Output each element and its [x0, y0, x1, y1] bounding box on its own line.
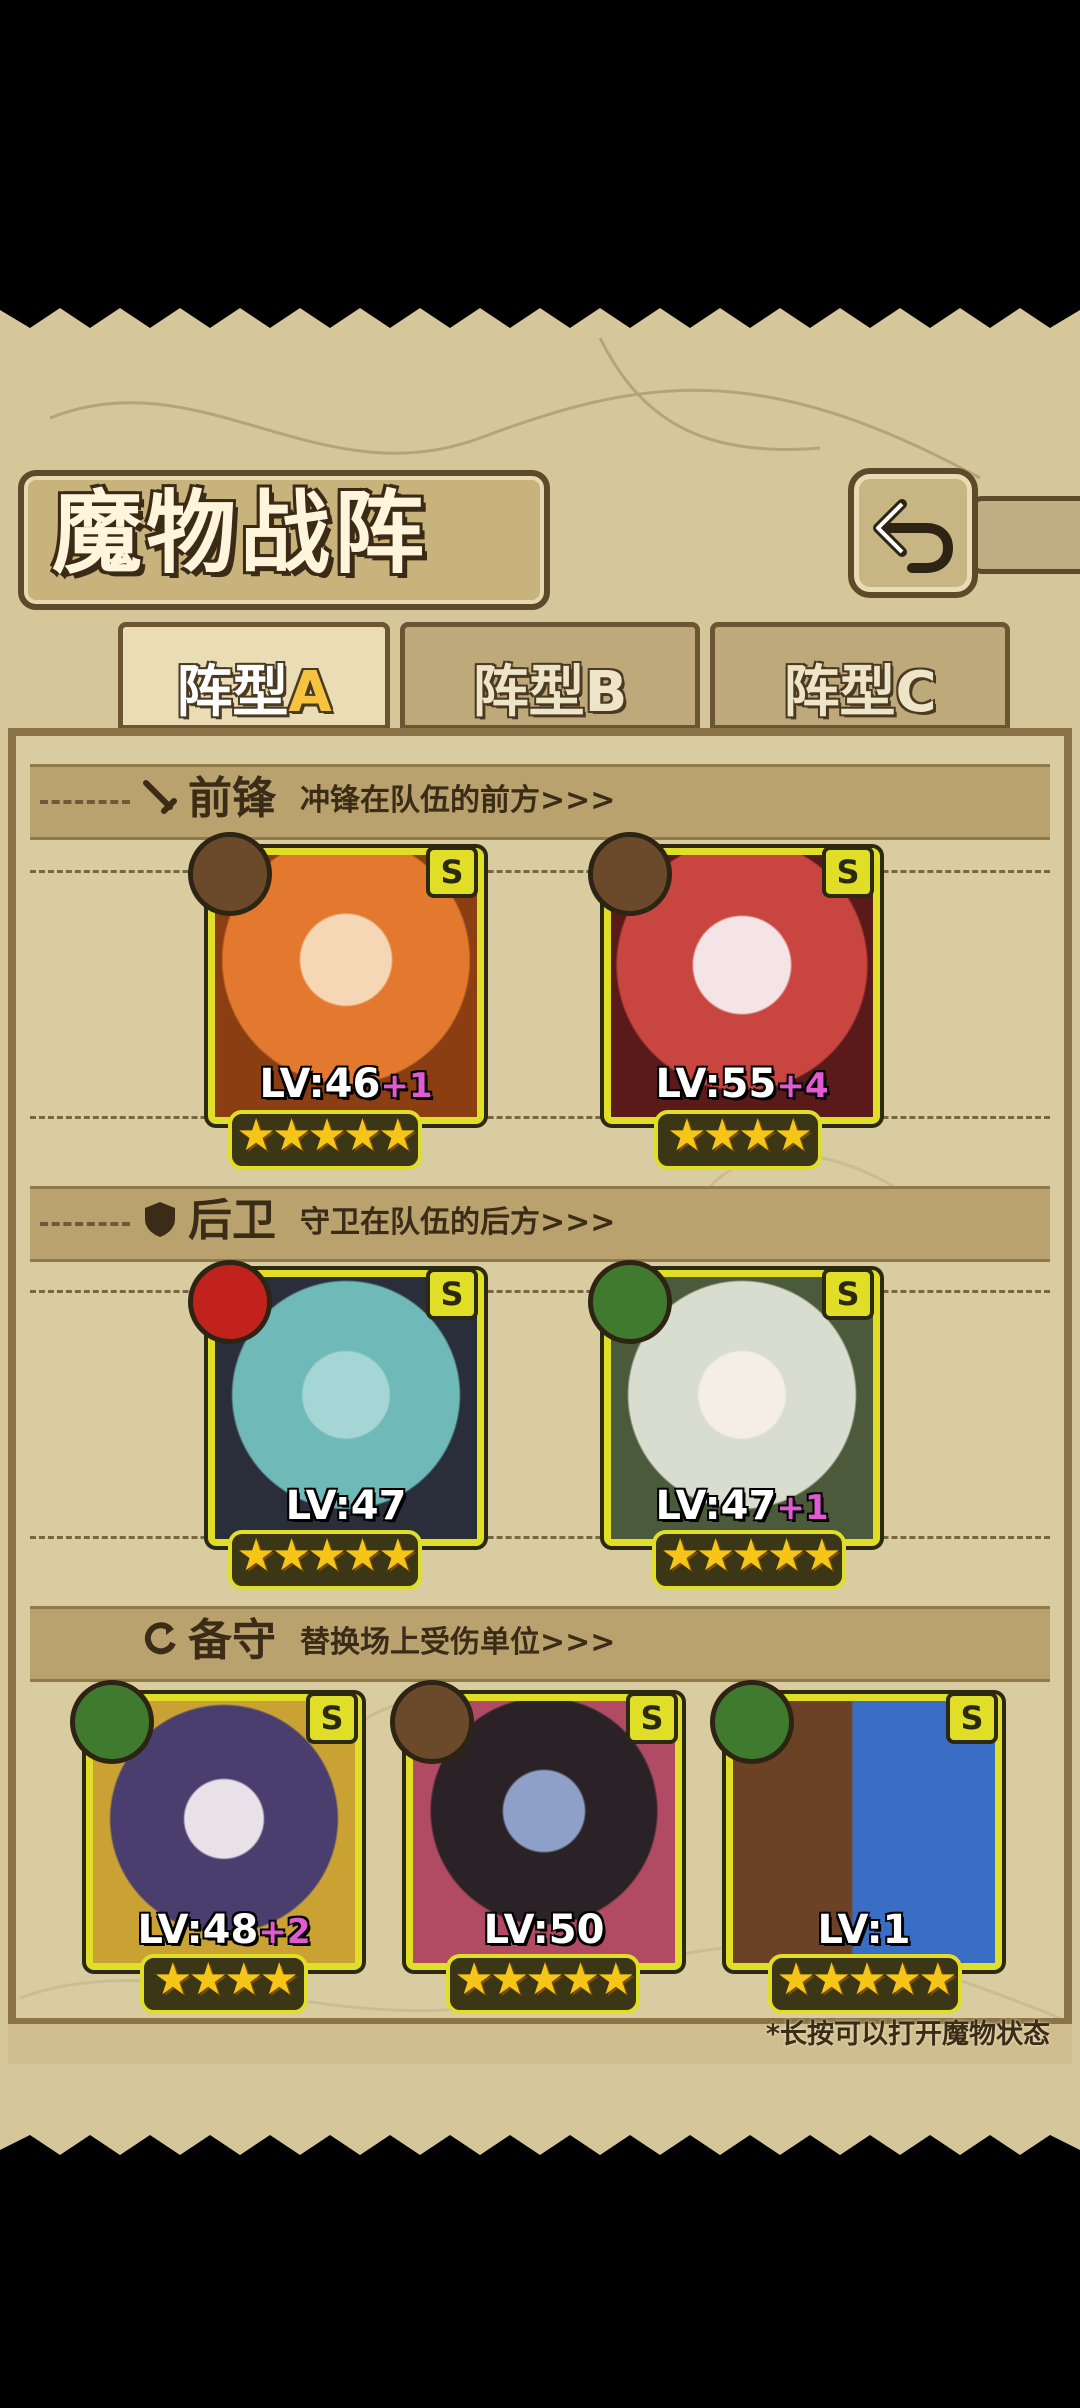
rank-badge: S — [946, 1692, 998, 1744]
section-title: 后卫 — [188, 1195, 276, 1246]
tab-formation-c[interactable]: 阵型C — [710, 622, 1010, 730]
rank-badge: S — [822, 1268, 874, 1320]
swap-icon — [144, 1622, 176, 1655]
wood-element-icon — [588, 1260, 672, 1344]
section-subtitle: 替换场上受伤单位>>> — [300, 1625, 616, 1660]
rank-badge: S — [426, 1268, 478, 1320]
star-rating: ★★★★★ — [768, 1954, 962, 2014]
wood-element-icon — [70, 1680, 154, 1764]
fire-element-icon — [188, 1260, 272, 1344]
slot-line — [30, 1116, 1050, 1119]
tab-formation-a[interactable]: 阵型A — [118, 622, 390, 730]
back-button[interactable] — [848, 468, 978, 598]
rank-badge: S — [426, 846, 478, 898]
earth-element-icon — [188, 832, 272, 916]
divider — [40, 1222, 130, 1226]
header-bar — [970, 496, 1080, 574]
rank-badge: S — [626, 1692, 678, 1744]
tab-formation-b[interactable]: 阵型B — [400, 622, 700, 730]
long-press-hint: *长按可以打开魔物状态 — [765, 2019, 1050, 2050]
star-rating: ★★★★★ — [228, 1530, 422, 1590]
rank-badge: S — [306, 1692, 358, 1744]
sword-icon — [143, 780, 177, 814]
star-rating: ★★★★★ — [652, 1530, 846, 1590]
star-rating: ★★★★★ — [446, 1954, 640, 2014]
slot-line — [30, 1536, 1050, 1539]
section-title: 前锋 — [188, 773, 276, 824]
star-rating: ★★★★ — [654, 1110, 822, 1170]
level-label: LV:50 — [483, 1907, 605, 1953]
wood-element-icon — [710, 1680, 794, 1764]
tab-letter: B — [584, 660, 628, 725]
level-label: LV:55+4 — [655, 1061, 829, 1107]
tab-letter: C — [895, 660, 937, 725]
divider — [40, 800, 130, 804]
torn-edge-top — [0, 298, 1080, 328]
level-label: LV:1 — [817, 1907, 911, 1953]
level-label: LV:47+1 — [655, 1483, 829, 1529]
tab-label: 阵型 — [783, 660, 896, 725]
tab-label: 阵型 — [472, 660, 585, 725]
page-title: 魔物战阵 — [52, 481, 428, 586]
section-subtitle: 冲锋在队伍的前方>>> — [300, 783, 616, 818]
star-rating: ★★★★★ — [228, 1110, 422, 1170]
rank-badge: S — [822, 846, 874, 898]
tab-label: 阵型 — [176, 660, 289, 725]
slot-line — [30, 1290, 1050, 1293]
torn-edge-bottom — [0, 2135, 1080, 2175]
section-title: 备守 — [188, 1615, 276, 1666]
section-subtitle: 守卫在队伍的后方>>> — [300, 1205, 616, 1240]
slot-line — [30, 870, 1050, 873]
level-label: LV:47 — [285, 1483, 407, 1529]
earth-element-icon — [588, 832, 672, 916]
formation-tabs: 阵型A 阵型B 阵型C — [18, 622, 1062, 730]
star-rating: ★★★★ — [140, 1954, 308, 2014]
shield-icon — [145, 1202, 175, 1237]
return-arrow-icon — [873, 499, 954, 573]
tab-letter: A — [288, 660, 332, 725]
earth-element-icon — [390, 1680, 474, 1764]
level-label: LV:48+2 — [137, 1907, 311, 1953]
level-label: LV:46+1 — [259, 1061, 433, 1107]
